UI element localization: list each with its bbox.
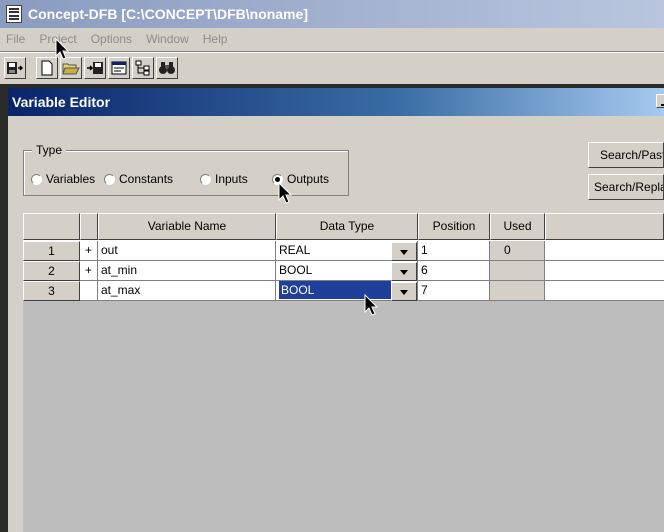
header-variable-name[interactable]: Variable Name — [98, 213, 276, 240]
variable-name-cell[interactable]: out — [98, 241, 276, 261]
radio-variables[interactable]: Variables — [31, 172, 95, 186]
search-replace-button[interactable]: Search/Replace — [588, 174, 664, 200]
import-export-button[interactable] — [84, 57, 106, 79]
header-data-type[interactable]: Data Type — [276, 213, 418, 240]
radio-constants[interactable]: Constants — [104, 172, 173, 186]
mouse-cursor-icon — [278, 182, 292, 204]
type-group-label: Type — [32, 143, 67, 157]
position-cell[interactable]: 1 — [418, 241, 490, 261]
save-exit-icon — [7, 62, 24, 74]
variable-grid: Variable Name Data Type Position Used 1 … — [23, 213, 664, 301]
empty-cell — [545, 241, 664, 261]
radio-circle[interactable] — [200, 173, 211, 185]
window-title-bar: Concept-DFB [C:\CONCEPT\DFB\noname] — [0, 0, 664, 28]
radio-circle[interactable] — [104, 173, 115, 185]
row-number[interactable]: 2 — [23, 261, 80, 281]
search-paste-button[interactable]: Search/Paste — [588, 142, 664, 168]
new-button[interactable] — [36, 57, 58, 79]
used-cell — [490, 261, 545, 281]
toolbar — [4, 55, 180, 81]
data-type-dropdown-button[interactable] — [391, 282, 417, 301]
header-used[interactable]: Used — [490, 213, 545, 240]
properties-icon — [111, 61, 127, 75]
row-mark: + — [80, 241, 98, 261]
import-export-icon — [87, 62, 103, 74]
save-exit-button[interactable] — [4, 57, 26, 79]
row-mark: + — [80, 261, 98, 281]
new-icon — [41, 60, 53, 76]
menu-options[interactable]: Options — [91, 32, 132, 46]
header-position[interactable]: Position — [418, 213, 490, 240]
mouse-cursor-icon — [364, 294, 378, 316]
menu-window[interactable]: Window — [146, 32, 189, 46]
mark-header — [80, 213, 98, 240]
menu-separator — [0, 51, 664, 53]
window-title: Concept-DFB [C:\CONCEPT\DFB\noname] — [28, 6, 308, 22]
find-button[interactable] — [156, 57, 178, 79]
open-icon — [62, 63, 80, 75]
menu-help[interactable]: Help — [203, 32, 228, 46]
empty-cell — [545, 281, 664, 301]
row-number[interactable]: 3 — [23, 281, 80, 301]
minimize-button[interactable] — [656, 94, 664, 108]
data-type-dropdown-button[interactable] — [391, 262, 417, 281]
variable-name-cell[interactable]: at_min — [98, 261, 276, 281]
app-icon — [6, 5, 22, 23]
used-cell — [490, 281, 545, 301]
tree-button[interactable] — [132, 57, 154, 79]
dialog-title: Variable Editor — [12, 94, 111, 110]
empty-cell — [545, 261, 664, 281]
find-binoculars-icon — [159, 62, 175, 74]
position-cell[interactable]: 7 — [418, 281, 490, 301]
tree-icon — [135, 60, 150, 76]
variable-name-cell[interactable]: at_max — [98, 281, 276, 301]
row-mark — [80, 281, 98, 301]
header-empty — [545, 213, 664, 240]
open-button[interactable] — [60, 57, 82, 79]
mouse-cursor-icon — [55, 38, 69, 60]
menu-bar: File Project Options Window Help — [0, 29, 664, 49]
dialog-title-bar: Variable Editor — [8, 88, 664, 116]
properties-button[interactable] — [108, 57, 130, 79]
used-cell: 0 — [490, 241, 545, 261]
data-type-dropdown-button[interactable] — [391, 242, 417, 261]
menu-file[interactable]: File — [6, 32, 25, 46]
corner-header — [23, 213, 80, 240]
row-number[interactable]: 1 — [23, 241, 80, 261]
radio-inputs[interactable]: Inputs — [200, 172, 248, 186]
radio-circle[interactable] — [31, 173, 42, 185]
position-cell[interactable]: 6 — [418, 261, 490, 281]
